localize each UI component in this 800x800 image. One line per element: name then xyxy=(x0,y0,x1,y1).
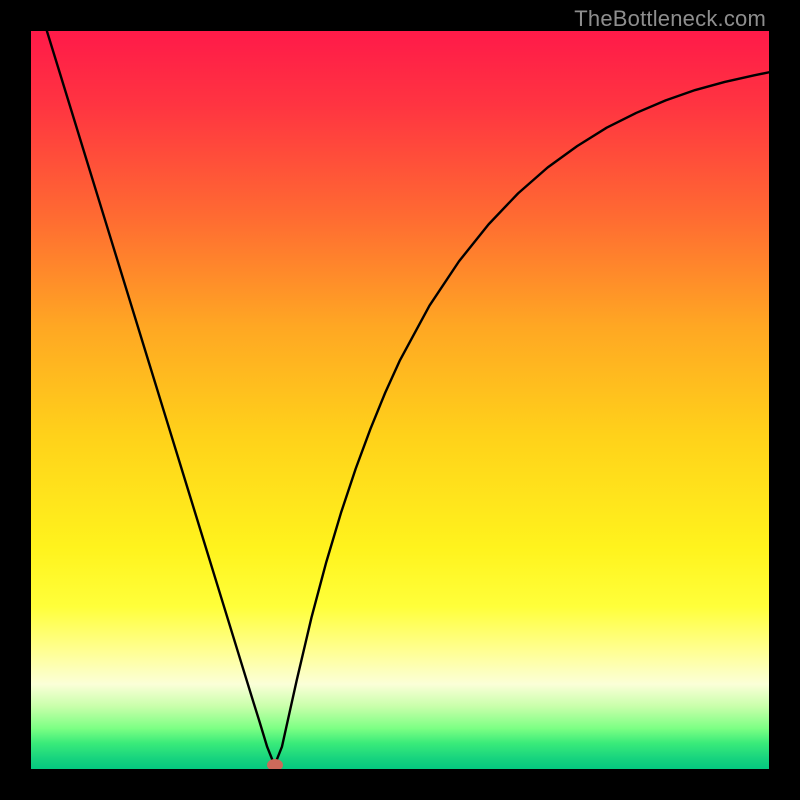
optimal-point-marker xyxy=(267,759,283,769)
chart-frame: TheBottleneck.com xyxy=(0,0,800,800)
bottleneck-curve xyxy=(31,31,769,769)
watermark-text: TheBottleneck.com xyxy=(574,6,766,32)
plot-area xyxy=(31,31,769,769)
